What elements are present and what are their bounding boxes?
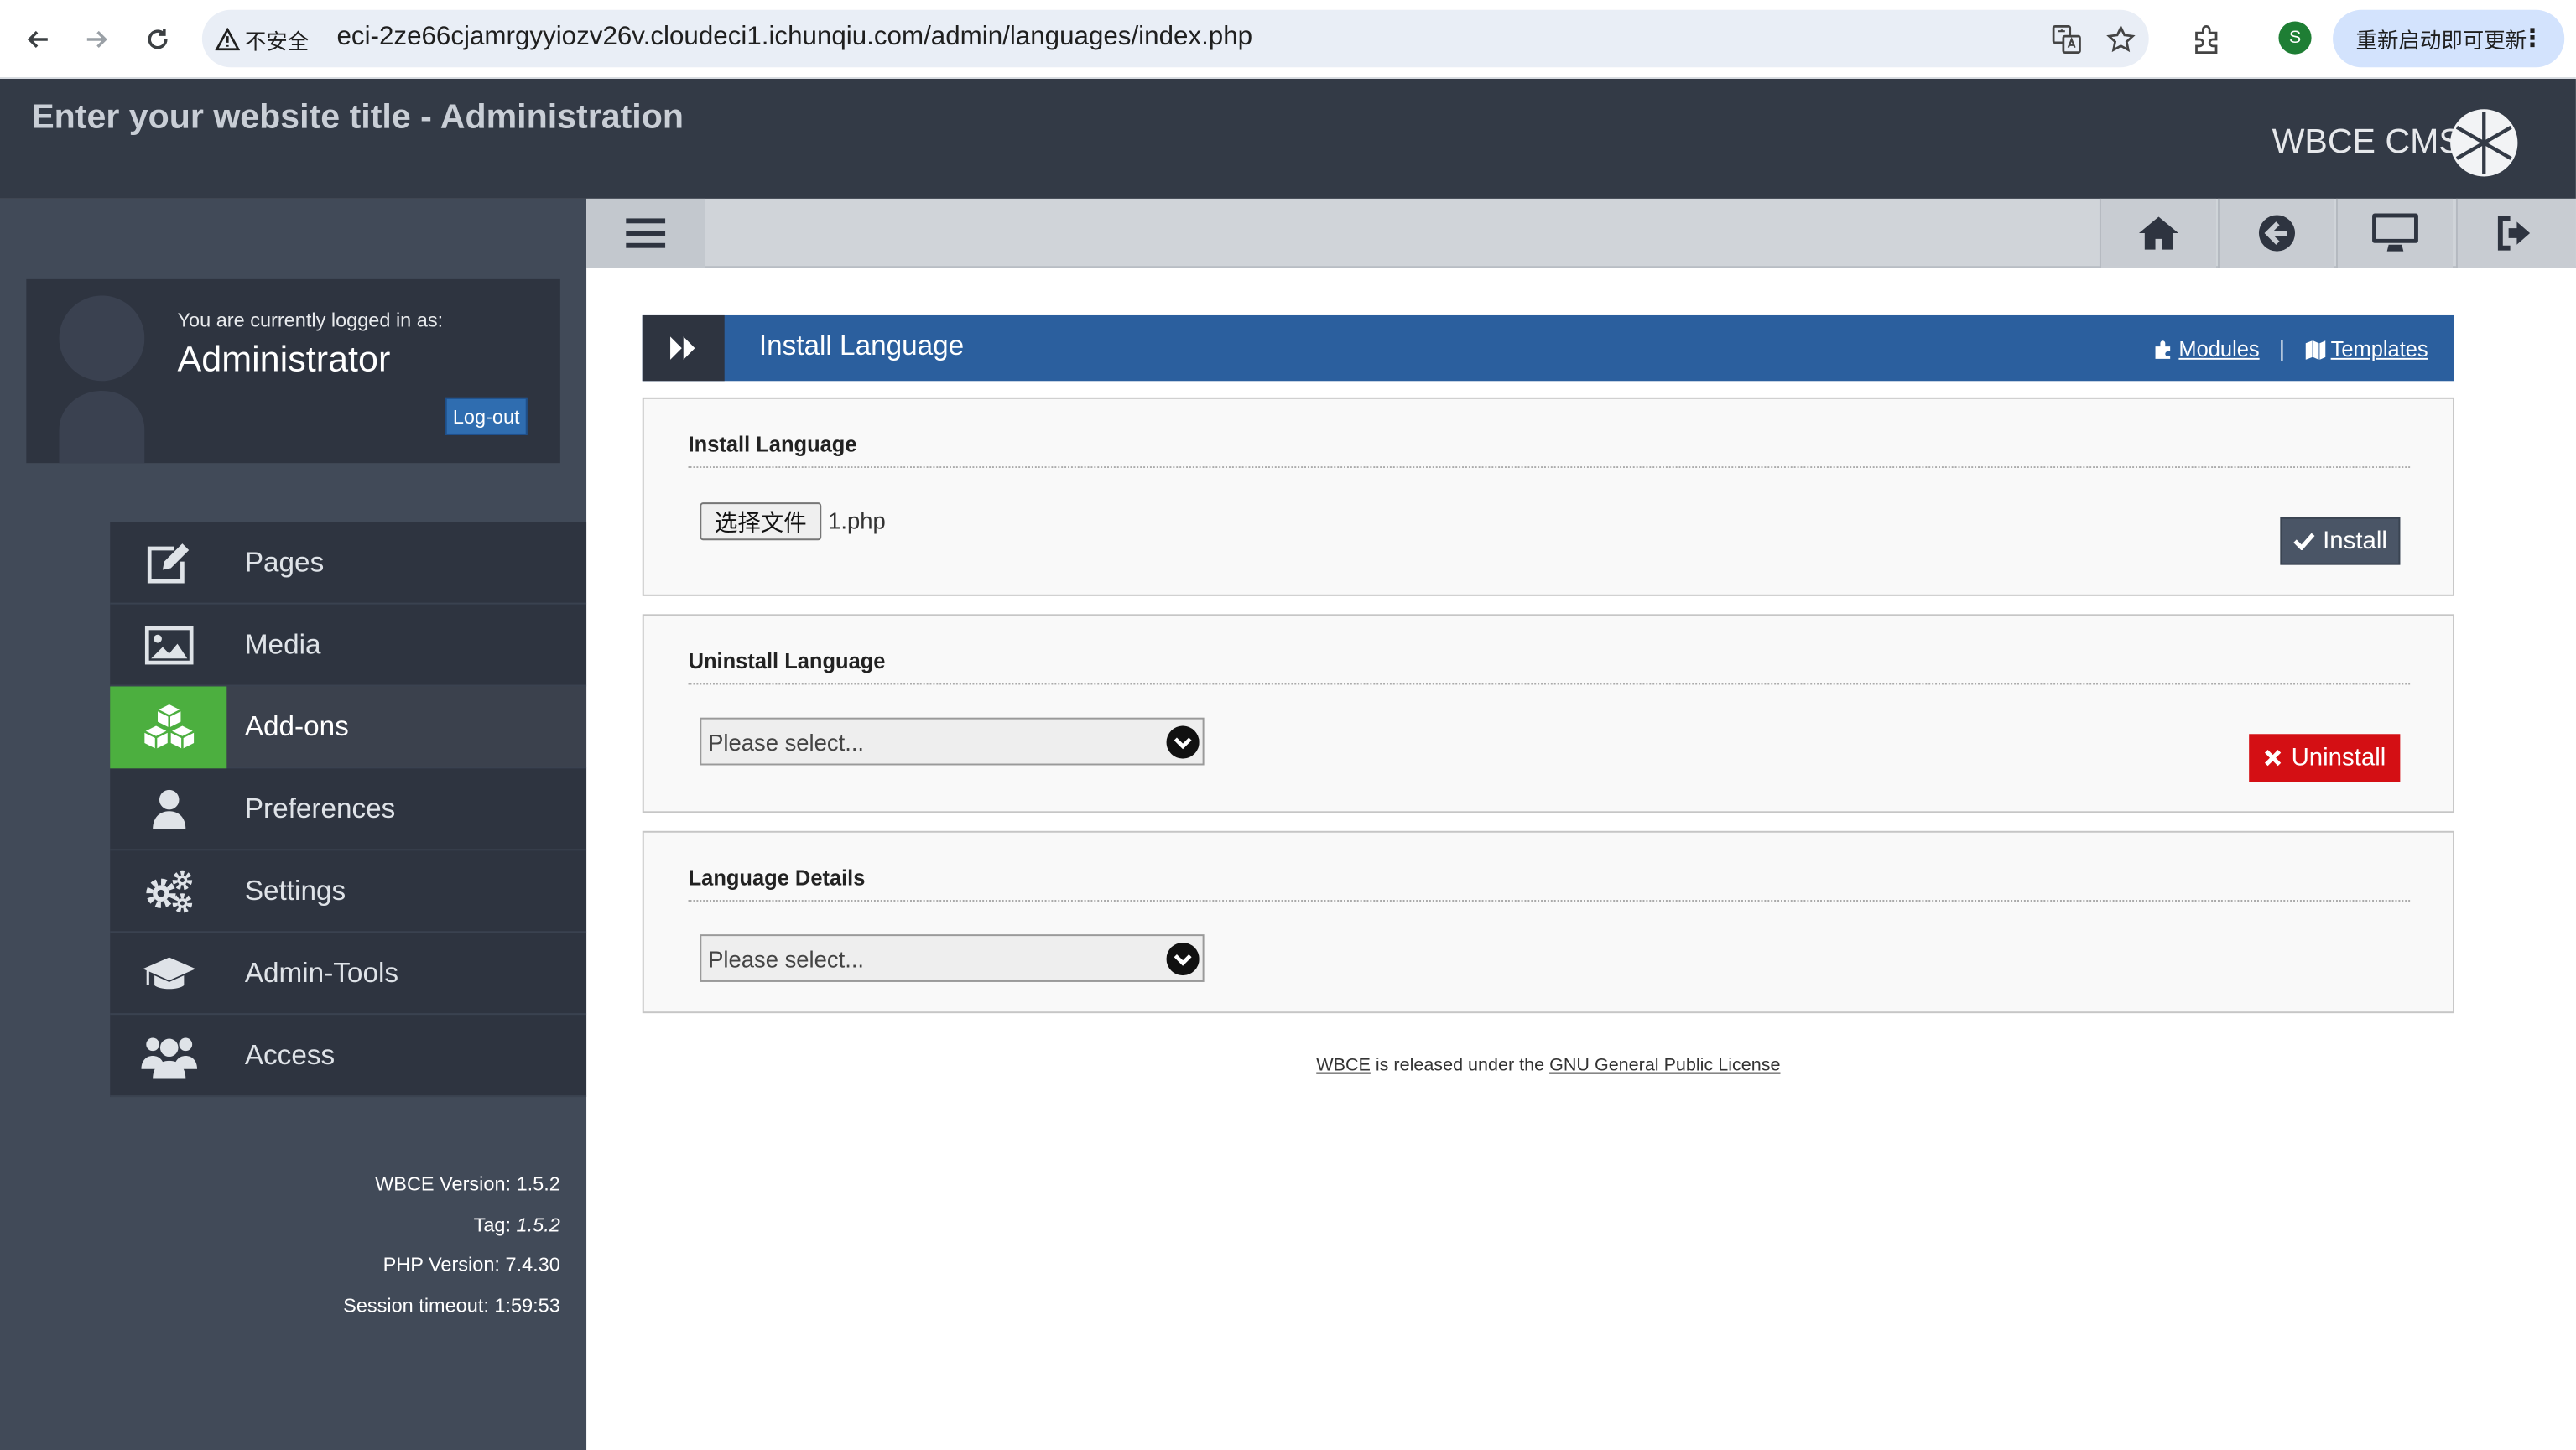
sidebar: You are currently logged in as: Administ… bbox=[0, 198, 587, 1450]
wbce-version: WBCE Version: 1.5.2 bbox=[375, 1172, 560, 1196]
update-label: 重新启动即可更新 bbox=[2355, 28, 2527, 53]
image-icon bbox=[110, 605, 226, 687]
check-icon bbox=[2293, 533, 2315, 550]
desktop-icon[interactable] bbox=[2335, 198, 2454, 268]
main-content: Install Language Modules | Templates Ins… bbox=[586, 268, 2576, 1450]
wbce-logo-icon bbox=[2450, 109, 2518, 177]
tag-version: Tag: 1.5.2 bbox=[343, 1204, 560, 1245]
admin-menu: Pages Media Add-ons Preferences Settings… bbox=[110, 522, 587, 1098]
details-select-value: Please select... bbox=[708, 944, 865, 972]
menu-label-admin-tools: Admin-Tools bbox=[244, 956, 399, 988]
install-panel: Install Language 选择文件 1.php Install bbox=[642, 397, 2454, 596]
uninstall-button[interactable]: Uninstall bbox=[2249, 734, 2401, 782]
menu-item-admin-tools[interactable]: Admin-Tools bbox=[110, 933, 587, 1016]
back-circle-icon[interactable] bbox=[2217, 198, 2335, 268]
uninstall-language-select[interactable]: Please select... bbox=[700, 717, 1205, 766]
admin-header: Enter your website title - Administratio… bbox=[0, 78, 2576, 199]
menu-label-addons: Add-ons bbox=[244, 709, 349, 742]
address-bar[interactable]: 不安全 eci-2ze66cjamrgyyiozv26v.cloudeci1.i… bbox=[201, 9, 2149, 68]
page-title: Install Language bbox=[758, 330, 965, 361]
edit-icon bbox=[110, 522, 226, 605]
profile-avatar[interactable]: S bbox=[2278, 21, 2312, 55]
menu-item-media[interactable]: Media bbox=[110, 604, 587, 687]
graduation-cap-icon bbox=[110, 933, 226, 1015]
choose-file-button[interactable]: 选择文件 bbox=[700, 502, 822, 541]
reload-icon[interactable] bbox=[135, 17, 181, 63]
details-panel: Language Details Please select... bbox=[642, 830, 2454, 1014]
tag-value: 1.5.2 bbox=[516, 1213, 560, 1236]
screenshot: 不安全 eci-2ze66cjamrgyyiozv26v.cloudeci1.i… bbox=[0, 0, 2576, 1450]
menu-label-preferences: Preferences bbox=[244, 792, 396, 824]
warning-icon bbox=[215, 28, 240, 51]
logged-in-label: You are currently logged in as: bbox=[177, 309, 444, 332]
brand-name: WBCE CMS bbox=[2272, 122, 2462, 161]
update-button[interactable]: 重新启动即可更新 ⋮ bbox=[2333, 9, 2565, 68]
selected-file-name: 1.php bbox=[828, 507, 886, 534]
home-icon[interactable] bbox=[2099, 198, 2217, 268]
uninstall-button-label: Uninstall bbox=[2291, 744, 2386, 772]
admin-toolbar bbox=[586, 198, 2576, 268]
menu-item-pages[interactable]: Pages bbox=[110, 522, 587, 605]
tag-label: Tag: bbox=[473, 1213, 517, 1236]
bookmark-star-icon[interactable] bbox=[2105, 23, 2137, 55]
footer: WBCE is released under the GNU General P… bbox=[586, 1056, 2510, 1075]
menu-label-media: Media bbox=[244, 627, 321, 660]
close-icon bbox=[2264, 750, 2281, 767]
menu-label-pages: Pages bbox=[244, 546, 325, 578]
chevron-down-icon bbox=[1166, 942, 1200, 976]
map-icon bbox=[2305, 340, 2325, 359]
menu-label-access: Access bbox=[244, 1038, 336, 1070]
user-panel: You are currently logged in as: Administ… bbox=[26, 278, 560, 464]
menu-item-addons[interactable]: Add-ons bbox=[110, 686, 587, 769]
security-chip[interactable]: 不安全 bbox=[215, 21, 310, 57]
session-timeout: Session timeout: 1:59:53 bbox=[343, 1293, 560, 1317]
link-separator: | bbox=[2279, 336, 2285, 361]
logout-button[interactable]: Log-out bbox=[445, 397, 528, 435]
wbce-link[interactable]: WBCE bbox=[1316, 1056, 1371, 1075]
modules-link[interactable]: Modules bbox=[2154, 336, 2260, 361]
uninstall-panel: Uninstall Language Please select... Unin… bbox=[642, 614, 2454, 813]
uninstall-heading: Uninstall Language bbox=[688, 648, 2411, 685]
install-heading: Install Language bbox=[688, 432, 2411, 469]
logout-icon[interactable] bbox=[2455, 198, 2576, 268]
more-menu-icon[interactable]: ⋮ bbox=[2520, 23, 2544, 52]
templates-link[interactable]: Templates bbox=[2304, 336, 2428, 361]
install-button[interactable]: Install bbox=[2280, 517, 2401, 565]
footer-text: is released under the bbox=[1370, 1056, 1550, 1076]
site-title: Enter your website title - Administratio… bbox=[31, 98, 684, 137]
menu-item-preferences[interactable]: Preferences bbox=[110, 768, 587, 851]
cubes-icon bbox=[110, 686, 227, 769]
version-info: WBCE Version: 1.5.2 Tag: 1.5.2 PHP Versi… bbox=[343, 1164, 560, 1326]
extensions-icon[interactable] bbox=[2190, 23, 2223, 55]
details-heading: Language Details bbox=[688, 865, 2411, 902]
fast-forward-icon bbox=[642, 314, 725, 382]
url-text[interactable]: eci-2ze66cjamrgyyiozv26v.cloudeci1.ichun… bbox=[336, 23, 1252, 52]
browser-toolbar: 不安全 eci-2ze66cjamrgyyiozv26v.cloudeci1.i… bbox=[0, 0, 2576, 79]
details-language-select[interactable]: Please select... bbox=[700, 934, 1205, 982]
chevron-down-icon bbox=[1166, 725, 1200, 759]
user-name: Administrator bbox=[177, 338, 391, 380]
install-button-label: Install bbox=[2323, 527, 2387, 555]
back-arrow-icon[interactable] bbox=[15, 17, 61, 63]
translate-icon[interactable] bbox=[2050, 23, 2083, 55]
uninstall-select-value: Please select... bbox=[708, 728, 865, 755]
user-icon bbox=[110, 768, 226, 850]
users-icon bbox=[110, 1015, 226, 1097]
puzzle-icon bbox=[2155, 340, 2171, 358]
security-label: 不安全 bbox=[244, 29, 310, 54]
menu-item-access[interactable]: Access bbox=[110, 1015, 587, 1098]
templates-link-label: Templates bbox=[2330, 336, 2428, 361]
forward-arrow-icon[interactable] bbox=[74, 17, 120, 63]
gears-icon bbox=[110, 850, 226, 933]
php-version: PHP Version: 7.4.30 bbox=[382, 1253, 560, 1276]
license-link[interactable]: GNU General Public License bbox=[1549, 1056, 1780, 1075]
page-title-bar: Install Language Modules | Templates bbox=[642, 314, 2454, 382]
menu-label-settings: Settings bbox=[244, 874, 346, 906]
menu-item-settings[interactable]: Settings bbox=[110, 850, 587, 933]
title-links: Modules | Templates bbox=[2154, 336, 2428, 361]
modules-link-label: Modules bbox=[2178, 336, 2260, 361]
hamburger-menu-icon[interactable] bbox=[586, 198, 705, 268]
avatar bbox=[59, 295, 145, 464]
